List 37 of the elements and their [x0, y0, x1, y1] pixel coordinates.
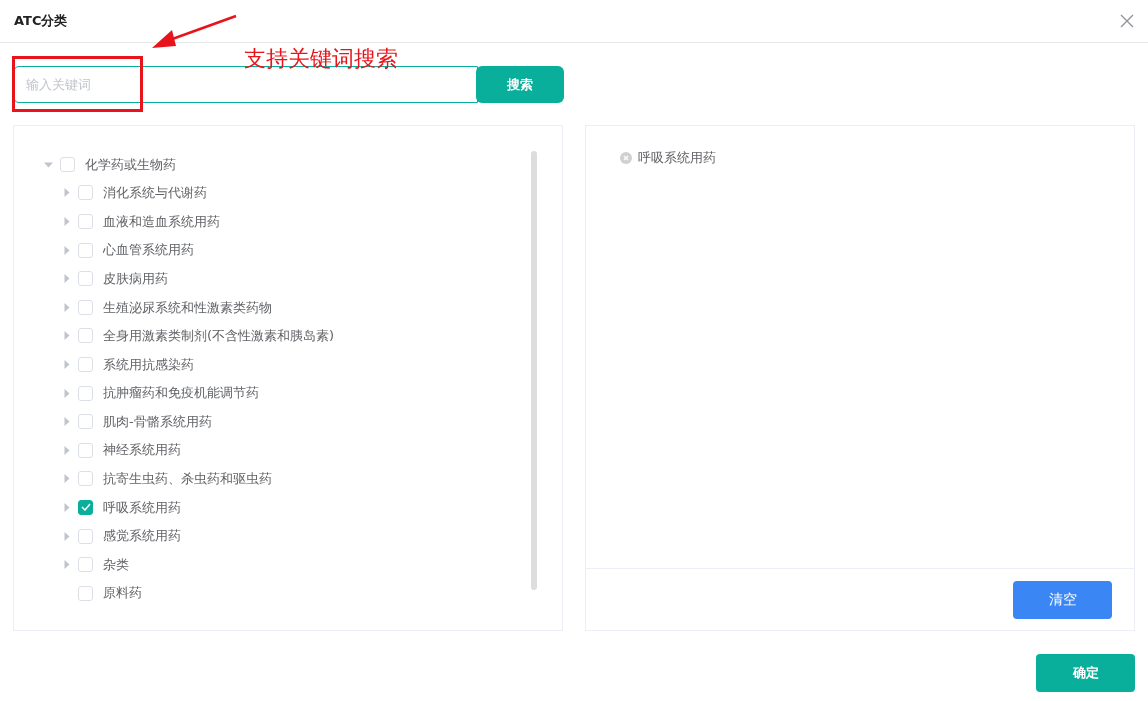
expand-caret-icon[interactable]	[62, 245, 71, 255]
expand-caret-icon[interactable]	[62, 417, 71, 427]
tree-node-label[interactable]: 生殖泌尿系统和性激素类药物	[103, 297, 272, 317]
selected-tag-label: 呼吸系统用药	[638, 149, 716, 167]
checkbox[interactable]	[78, 499, 93, 515]
remove-icon[interactable]	[620, 151, 632, 164]
expand-caret-icon[interactable]	[62, 188, 71, 198]
expand-caret-icon[interactable]	[62, 302, 71, 312]
scrollbar[interactable]	[531, 151, 537, 590]
tree-node-label[interactable]: 杂类	[103, 554, 129, 575]
tree-node-label[interactable]: 呼吸系统用药	[103, 497, 181, 518]
clear-button[interactable]: 清空	[1013, 580, 1112, 619]
tree-node-label[interactable]: 血液和造血系统用药	[103, 211, 220, 232]
tree-node-label[interactable]: 系统用抗感染药	[103, 354, 194, 375]
expand-caret-icon[interactable]	[62, 474, 71, 484]
tree-node-label[interactable]: 皮肤病用药	[103, 268, 168, 289]
tree-node-label[interactable]: 抗寄生虫药、杀虫药和驱虫药	[103, 469, 272, 489]
close-icon[interactable]	[1120, 14, 1134, 28]
tree-node-label[interactable]: 原料药	[103, 583, 142, 603]
tree-node-label[interactable]: 肌肉-骨骼系统用药	[103, 411, 212, 432]
tree-node-label[interactable]: 心血管系统用药	[103, 240, 194, 260]
tree-node-label[interactable]: 抗肿瘤药和免疫机能调节药	[103, 383, 259, 403]
tree-node-label[interactable]: 消化系统与代谢药	[103, 183, 207, 203]
expand-caret-icon[interactable]	[62, 445, 71, 455]
tree-node-label[interactable]: 全身用激素类制剂(不含性激素和胰岛素)	[103, 326, 335, 346]
dialog-title: ATC分类	[14, 12, 68, 31]
expand-caret-icon[interactable]	[62, 274, 71, 284]
expand-caret-icon[interactable]	[62, 531, 71, 541]
expand-caret-icon[interactable]	[62, 560, 71, 570]
expand-caret-icon[interactable]	[62, 331, 71, 341]
expand-caret-icon[interactable]	[62, 217, 71, 226]
expand-caret-icon[interactable]	[62, 502, 71, 512]
tree-node-label[interactable]: 神经系统用药	[103, 440, 181, 460]
tree-node-label[interactable]: 化学药或生物药	[85, 154, 176, 175]
expand-caret-icon[interactable]	[62, 388, 71, 398]
tree-node-label[interactable]: 感觉系统用药	[103, 526, 181, 546]
expand-caret-icon[interactable]	[62, 359, 71, 369]
